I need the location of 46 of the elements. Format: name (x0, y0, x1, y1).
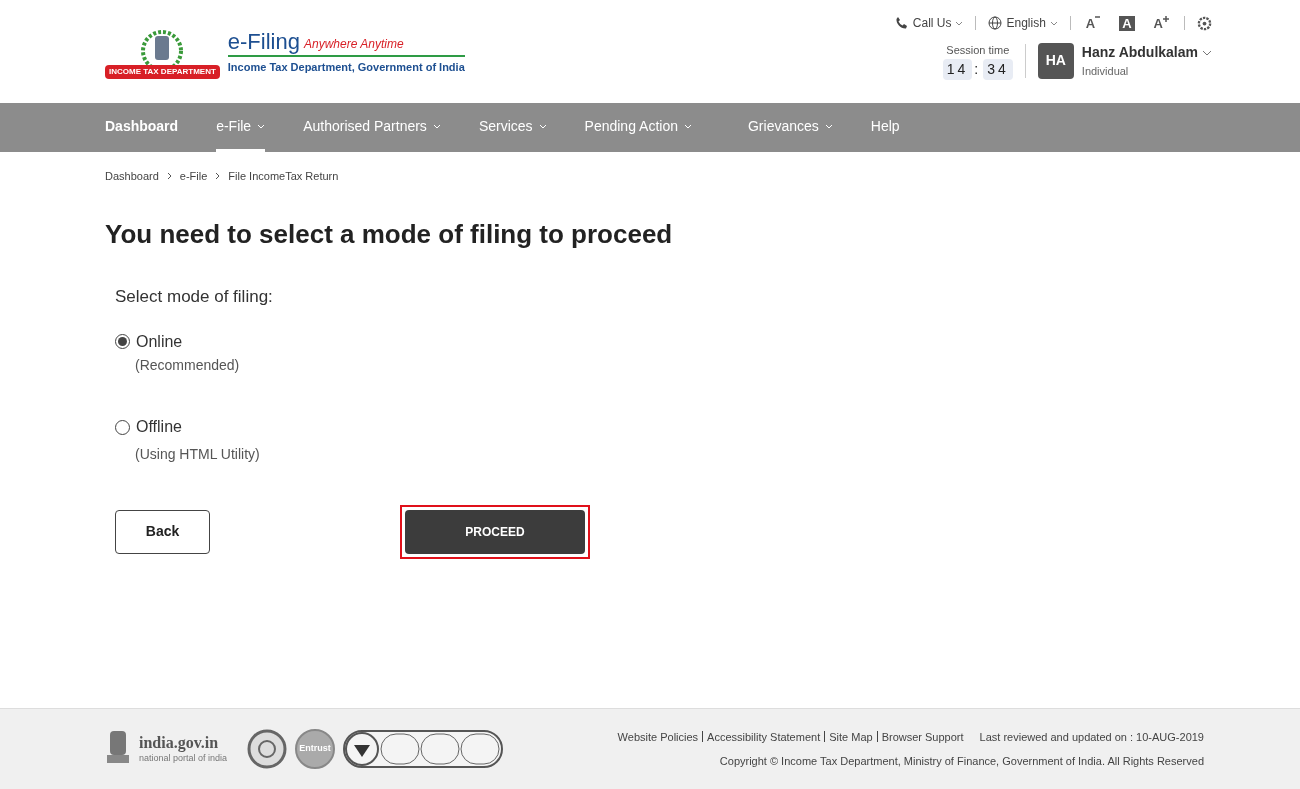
option-note: (Recommended) (135, 356, 241, 375)
call-us-dropdown[interactable]: Call Us (894, 14, 964, 32)
normal-text-size-button[interactable]: A (1119, 15, 1135, 31)
language-dropdown[interactable]: English (988, 14, 1058, 32)
plus-sign-icon (1163, 15, 1169, 22)
radio-option[interactable]: Online (115, 330, 183, 353)
copyright-text: Copyright © Income Tax Department, Ministry of Finance, Government of India. All Rights Reserved (719, 754, 1204, 769)
breadcrumb-link[interactable]: e-File (179, 168, 208, 185)
proceed-button[interactable]: PROCEED (405, 509, 585, 554)
decrease-text-size-button[interactable]: A (1082, 15, 1104, 31)
globe-icon (988, 16, 1003, 30)
chevron-right-icon (166, 172, 172, 181)
form-label: Select mode of filing: (115, 285, 274, 308)
page-heading: You need to select a mode of filing to proceed (105, 217, 674, 251)
chevron-down-icon (955, 20, 964, 26)
last-updated-text: Last reviewed and updated on : 10-AUG-2019 (979, 729, 1204, 745)
chevron-down-icon[interactable] (1202, 49, 1212, 56)
session-minutes: 14 (942, 58, 973, 80)
user-role: Individual (1081, 64, 1130, 79)
certification-seal-icon (247, 729, 288, 769)
portal-tagline: national portal of india (139, 753, 228, 765)
back-button[interactable]: Back (115, 509, 210, 554)
breadcrumb-link[interactable]: Dashboard (105, 168, 159, 185)
footer-link[interactable]: Accessibility Statement (707, 728, 821, 745)
session-separator: : (974, 59, 982, 79)
logo-title: e-Filing (227, 31, 300, 54)
portal-name[interactable]: india.gov.in (139, 733, 228, 754)
option-note: (Using HTML Utility) (135, 444, 261, 464)
user-name[interactable]: Hanz Abdulkalam (1081, 42, 1198, 63)
minus-sign-icon (1095, 15, 1101, 19)
session-seconds: 34 (983, 58, 1013, 80)
phone-icon (894, 16, 909, 30)
user-avatar: HA (1037, 42, 1074, 79)
emblem-ribbon: INCOME TAX DEPARTMENT (105, 64, 220, 79)
footer-link[interactable]: Site Map (829, 728, 873, 745)
radio-option[interactable]: Offline (115, 416, 182, 438)
chevron-down-icon (1049, 20, 1058, 26)
settings-icon[interactable] (1197, 15, 1212, 31)
entrust-seal: Entrust (295, 729, 336, 769)
chevron-right-icon (215, 172, 221, 181)
logo-subtitle: Income Tax Department, Government of India (227, 60, 465, 76)
footer-link[interactable]: Browser Support (881, 728, 964, 745)
increase-text-size-button[interactable]: A (1150, 15, 1172, 31)
logo-tagline: Anywhere Anytime (303, 36, 404, 54)
session-time-label: Session time (946, 43, 1010, 58)
footer-link[interactable]: Website Policies (617, 728, 699, 745)
